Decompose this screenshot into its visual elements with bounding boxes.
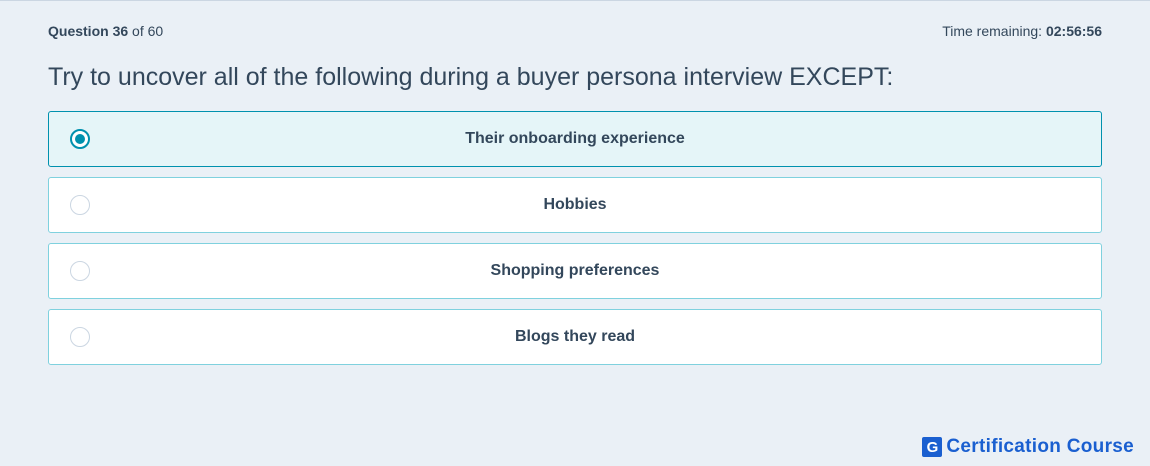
question-text: Try to uncover all of the following duri… — [48, 63, 894, 91]
radio-button-icon[interactable] — [70, 327, 90, 347]
answer-option-label: Their onboarding experience — [465, 130, 685, 147]
radio-button-icon[interactable] — [70, 195, 90, 215]
answer-option-1[interactable]: Their onboarding experience — [48, 111, 1102, 167]
answer-option-4[interactable]: Blogs they read — [48, 309, 1102, 365]
question-counter-label: Question — [48, 23, 109, 39]
radio-button-selected-icon[interactable] — [70, 129, 90, 149]
answer-option-label: Blogs they read — [514, 328, 636, 345]
brand-watermark: G Certification Course — [922, 436, 1134, 458]
brand-text: Certification Course — [946, 436, 1134, 457]
question-counter-total: of 60 — [132, 23, 164, 39]
question-counter-number: 36 — [112, 23, 129, 39]
answer-options: Their onboarding experience Hobbies Shop… — [48, 111, 1102, 375]
brand-logo-icon: G — [922, 437, 943, 457]
question-counter: Question 36 of 60 — [48, 23, 163, 39]
answer-option-label: Shopping preferences — [490, 262, 660, 279]
answer-option-label: Hobbies — [543, 196, 607, 213]
time-remaining-label: Time remaining: — [942, 23, 1043, 39]
time-remaining-value: 02:56:56 — [1045, 23, 1102, 39]
time-remaining: Time remaining: 02:56:56 — [942, 23, 1102, 39]
answer-option-3[interactable]: Shopping preferences — [48, 243, 1102, 299]
quiz-header: Question 36 of 60 Time remaining: 02:56:… — [48, 23, 1102, 39]
answer-option-2[interactable]: Hobbies — [48, 177, 1102, 233]
radio-button-icon[interactable] — [70, 261, 90, 281]
